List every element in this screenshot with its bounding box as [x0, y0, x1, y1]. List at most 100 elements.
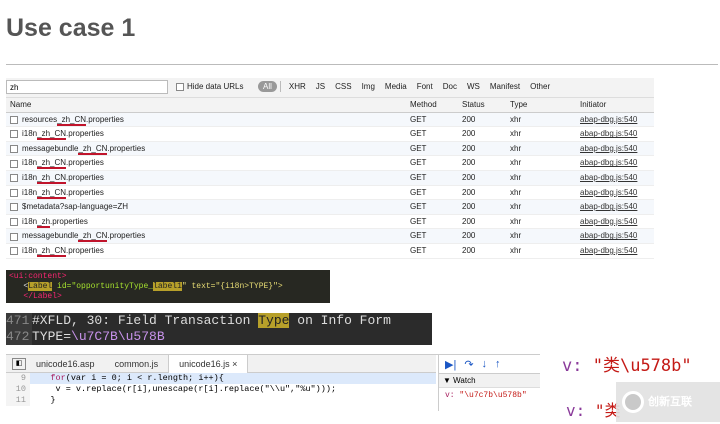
- request-initiator[interactable]: abap-dbg.js:540: [580, 244, 637, 259]
- request-row[interactable]: i18n_zh_CN.properties GET 200 xhr abap-dbg.j…: [6, 170, 654, 186]
- request-name: messagebundle_zh_CN.properties: [10, 142, 145, 157]
- request-status: 200: [462, 172, 476, 182]
- request-initiator[interactable]: abap-dbg.js:540: [580, 186, 637, 201]
- tab-unicode16-asp[interactable]: unicode16.asp: [26, 355, 105, 373]
- watch-expression[interactable]: v: "\u7c7b\u578b": [439, 388, 540, 403]
- request-row[interactable]: i18n_zh_CN.properties GET 200 xhr abap-dbg.j…: [6, 186, 654, 201]
- request-method: GET: [410, 216, 427, 226]
- type-filter-other[interactable]: Other: [525, 81, 555, 92]
- request-initiator[interactable]: abap-dbg.js:540: [580, 171, 637, 186]
- watch-value: "\u7c7b\u578b": [459, 391, 527, 400]
- column-name[interactable]: Name: [10, 98, 31, 113]
- type-filter-ws[interactable]: WS: [462, 81, 485, 92]
- type-filter-js[interactable]: JS: [311, 81, 330, 92]
- editor-tab-bar: ◧ unicode16.asp common.js unicode16.js ×: [6, 354, 436, 373]
- request-name-text: $metadata?sap-language=ZH: [22, 202, 129, 212]
- type-filter-media[interactable]: Media: [380, 81, 412, 92]
- request-row[interactable]: $metadata?sap-language=ZH GET 200 xhr abap-d…: [6, 200, 654, 215]
- locale-underline: _zh_CN: [37, 158, 67, 170]
- property-value: \u7C7B\u578B: [71, 329, 165, 344]
- line-number: 472: [6, 329, 32, 345]
- request-name-text: i18n_zh_CN.properties: [22, 172, 104, 184]
- request-row[interactable]: i18n_zh_CN.properties GET 200 xhr abap-dbg.j…: [6, 156, 654, 171]
- request-initiator[interactable]: abap-dbg.js:540: [580, 113, 637, 128]
- request-method: GET: [410, 158, 427, 168]
- callout-value-2: v: "类: [566, 397, 621, 421]
- tab-unicode16-js[interactable]: unicode16.js ×: [168, 354, 249, 373]
- column-initiator[interactable]: Initiator: [580, 98, 606, 113]
- request-type: xhr: [510, 202, 522, 212]
- request-status: 200: [462, 129, 476, 139]
- request-method: GET: [410, 129, 427, 139]
- resume-icon[interactable]: ▶|: [445, 358, 456, 371]
- type-filter-img[interactable]: Img: [357, 81, 380, 92]
- request-type: xhr: [510, 143, 522, 153]
- xml-label-id-attr: id="opportunityType_: [52, 282, 154, 291]
- watermark-logo-icon: [622, 391, 644, 413]
- line-number[interactable]: 11: [6, 395, 30, 406]
- toggle-navigator-icon[interactable]: ◧: [12, 357, 26, 370]
- locale-underline: _zh_CN: [78, 231, 108, 243]
- network-table-body: resources_zh_CN.properties GET 200 xhr abap-…: [6, 112, 654, 259]
- tab-common-js[interactable]: common.js: [105, 355, 169, 373]
- type-filter-all[interactable]: All: [258, 81, 277, 92]
- watch-section-header[interactable]: ▼ Watch: [439, 373, 540, 388]
- request-status: 200: [462, 114, 476, 124]
- line-number[interactable]: 10: [6, 384, 30, 395]
- request-initiator[interactable]: abap-dbg.js:540: [580, 127, 637, 142]
- type-filter-css[interactable]: CSS: [330, 81, 356, 92]
- code-text: }: [50, 395, 56, 405]
- watch-key: v:: [445, 391, 455, 400]
- type-filter-separator: [279, 81, 281, 92]
- callout-key: v:: [562, 356, 583, 376]
- locale-underline: _zh_CN: [37, 187, 67, 199]
- column-method[interactable]: Method: [410, 98, 437, 113]
- request-initiator[interactable]: abap-dbg.js:540: [580, 156, 637, 171]
- network-table-header: Name Method Status Type Initiator: [6, 98, 654, 113]
- request-initiator[interactable]: abap-dbg.js:540: [580, 229, 637, 244]
- filter-input[interactable]: [6, 80, 168, 94]
- network-filter-bar: Hide data URLs All XHR JS CSS Img Media …: [6, 78, 654, 98]
- request-row[interactable]: i18n_zh_CN.properties GET 200 xhr abap-dbg.j…: [6, 127, 654, 142]
- request-row[interactable]: i18n_zh_CN.properties GET 200 xhr abap-dbg.j…: [6, 244, 654, 259]
- request-method: GET: [410, 143, 427, 153]
- hide-data-urls-label: Hide data URLs: [187, 82, 244, 91]
- request-name: i18n_zh_CN.properties: [10, 244, 104, 259]
- type-filter-doc[interactable]: Doc: [438, 81, 462, 92]
- request-row[interactable]: messagebundle_zh_CN.properties GET 200 xhr a…: [6, 141, 654, 157]
- request-row[interactable]: i18n_zh.properties GET 200 xhr abap-dbg.js:5…: [6, 215, 654, 230]
- file-icon: [10, 232, 18, 241]
- hide-data-urls-toggle[interactable]: Hide data URLs: [176, 82, 243, 91]
- code-line: 10 v = v.replace(r[i],unescape(r[i].repl…: [6, 384, 436, 395]
- type-filter-manifest[interactable]: Manifest: [485, 81, 525, 92]
- locale-underline: _zh: [37, 216, 51, 228]
- request-name-text: messagebundle_zh_CN.properties: [22, 231, 146, 243]
- xml-view-snippet: <ui:content> <Label id="opportunityType_…: [6, 270, 330, 303]
- column-type[interactable]: Type: [510, 98, 527, 113]
- request-initiator[interactable]: abap-dbg.js:540: [580, 200, 637, 215]
- type-filter-xhr[interactable]: XHR: [284, 81, 311, 92]
- line-number[interactable]: 9: [6, 373, 30, 384]
- code-editor[interactable]: 9 for(var i = 0; i < r.length; i++){ 10 …: [6, 373, 436, 411]
- locale-underline: _zh_CN: [37, 129, 67, 141]
- request-type: xhr: [510, 216, 522, 226]
- watch-label: Watch: [453, 376, 476, 385]
- file-icon: [10, 174, 18, 183]
- request-initiator[interactable]: abap-dbg.js:540: [580, 142, 637, 157]
- type-filter-font[interactable]: Font: [412, 81, 438, 92]
- request-name: i18n_zh_CN.properties: [10, 127, 104, 142]
- step-over-icon[interactable]: ↷: [464, 358, 473, 371]
- step-out-icon[interactable]: ↑: [495, 358, 501, 370]
- column-status[interactable]: Status: [462, 98, 485, 113]
- request-type: xhr: [510, 172, 522, 182]
- request-row[interactable]: messagebundle_zh_CN.properties GET 200 xhr a…: [6, 229, 654, 244]
- request-name-text: i18n_zh_CN.properties: [22, 245, 104, 257]
- step-into-icon[interactable]: ↓: [482, 358, 488, 370]
- request-name: i18n_zh_CN.properties: [10, 186, 104, 201]
- request-initiator[interactable]: abap-dbg.js:540: [580, 215, 637, 230]
- hide-data-urls-checkbox[interactable]: [176, 82, 184, 91]
- request-row[interactable]: resources_zh_CN.properties GET 200 xhr abap-…: [6, 112, 654, 128]
- request-status: 200: [462, 202, 476, 212]
- request-name-text: i18n_zh.properties: [22, 216, 88, 228]
- xml-label-close-tag: </Label>: [23, 292, 62, 301]
